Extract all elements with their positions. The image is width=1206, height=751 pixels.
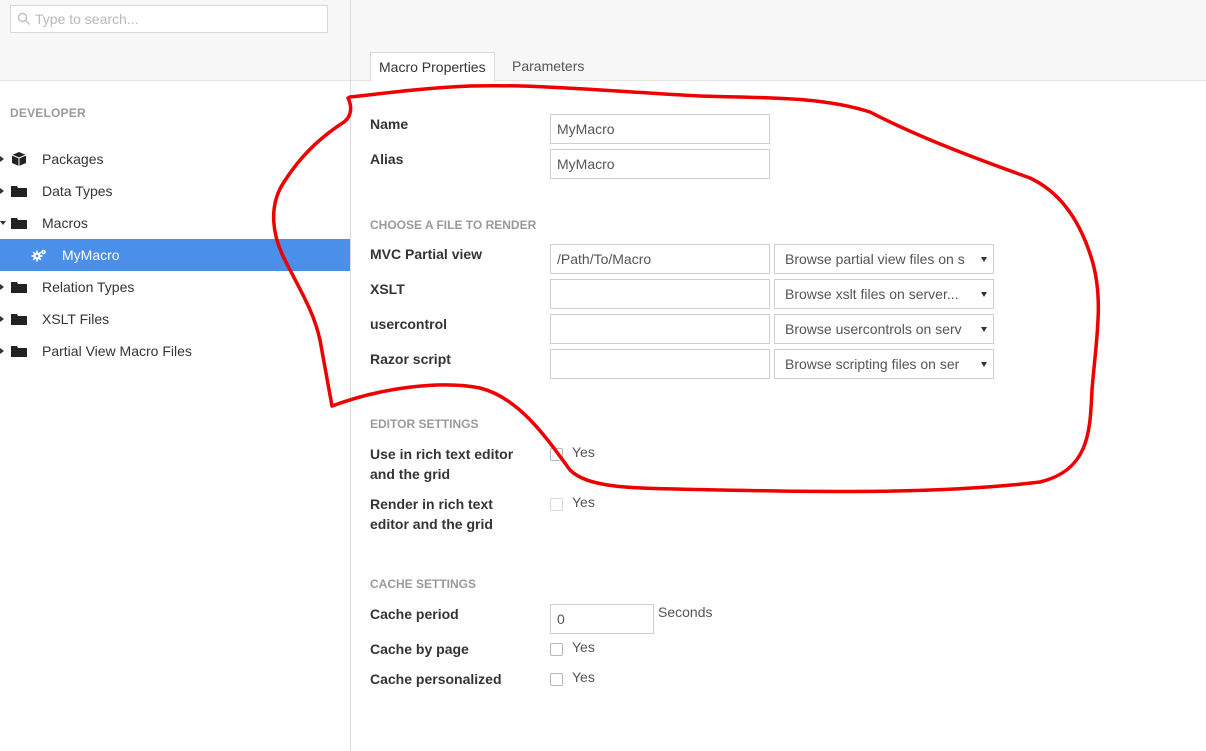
caret-down-icon xyxy=(981,292,987,297)
render-rte-yes: Yes xyxy=(572,494,595,510)
use-rte-label-line2: and the grid xyxy=(370,466,451,482)
search-icon xyxy=(17,12,31,26)
name-field[interactable] xyxy=(550,114,770,144)
tree-item-label: Packages xyxy=(42,151,104,167)
tab-macro-properties[interactable]: Macro Properties xyxy=(370,52,495,82)
usercontrol-browse-select[interactable]: Browse usercontrols on serv xyxy=(774,314,994,344)
file-section-title: CHOOSE A FILE TO RENDER xyxy=(370,218,537,232)
tab-parameters[interactable]: Parameters xyxy=(504,52,592,81)
tree-item-mymacro[interactable]: MyMacro xyxy=(0,239,350,271)
use-rte-label-line1: Use in rich text editor xyxy=(370,446,514,462)
xslt-field[interactable] xyxy=(550,279,770,309)
folder-icon xyxy=(11,186,27,197)
usercontrol-field[interactable] xyxy=(550,314,770,344)
name-label: Name xyxy=(370,116,409,132)
cache-period-field[interactable]: 0 xyxy=(550,604,654,634)
cache-section-title: CACHE SETTINGS xyxy=(370,577,477,591)
alias-field[interactable] xyxy=(550,149,770,179)
razor-script-field[interactable] xyxy=(550,349,770,379)
search-bar xyxy=(0,0,350,81)
render-rte-label-line1: Render in rich text xyxy=(370,496,493,512)
cache-personalized-label: Cache personalized xyxy=(370,671,502,687)
caret-down-icon xyxy=(981,362,987,367)
collapse-arrow-icon[interactable] xyxy=(0,221,6,225)
macro-properties-panel: Name Alias CHOOSE A FILE TO RENDER MVC P… xyxy=(351,81,1206,751)
tree-item-xslt-files[interactable]: XSLT Files xyxy=(0,303,350,335)
tree-item-label: Macros xyxy=(42,215,88,231)
caret-down-icon xyxy=(981,327,987,332)
tree-item-packages[interactable]: Packages xyxy=(0,143,350,175)
cache-by-page-yes: Yes xyxy=(572,639,595,655)
mvc-partial-view-field[interactable] xyxy=(550,244,770,274)
cache-personalized-yes: Yes xyxy=(572,669,595,685)
seconds-label: Seconds xyxy=(658,604,713,620)
folder-icon xyxy=(11,346,27,357)
expand-arrow-icon[interactable] xyxy=(0,188,4,194)
folder-icon xyxy=(11,282,27,293)
alias-label: Alias xyxy=(370,151,404,167)
tree-item-label: Data Types xyxy=(42,183,113,199)
tree: Packages Data Types Macros MyMacro Relat… xyxy=(0,143,350,367)
tree-item-data-types[interactable]: Data Types xyxy=(0,175,350,207)
tree-item-label: Partial View Macro Files xyxy=(42,343,192,359)
render-rte-label-line2: editor and the grid xyxy=(370,516,493,532)
select-value: Browse scripting files on ser xyxy=(785,356,960,372)
usercontrol-label: usercontrol xyxy=(370,316,448,332)
tree-item-macros[interactable]: Macros xyxy=(0,207,350,239)
cache-period-label: Cache period xyxy=(370,606,459,622)
expand-arrow-icon[interactable] xyxy=(0,316,4,322)
package-icon xyxy=(11,152,27,166)
editor-section-title: EDITOR SETTINGS xyxy=(370,417,479,431)
use-rte-checkbox[interactable] xyxy=(550,448,563,461)
expand-arrow-icon[interactable] xyxy=(0,156,4,162)
cache-personalized-checkbox[interactable] xyxy=(550,673,563,686)
select-value: Browse xslt files on server... xyxy=(785,286,959,302)
tree-item-label: XSLT Files xyxy=(42,311,110,327)
expand-arrow-icon[interactable] xyxy=(0,284,4,290)
folder-icon xyxy=(11,218,27,229)
sidebar: DEVELOPER Packages Data Types Macros xyxy=(0,0,351,751)
select-value: Browse partial view files on s xyxy=(785,251,965,267)
cache-by-page-checkbox[interactable] xyxy=(550,643,563,656)
select-value: Browse usercontrols on serv xyxy=(785,321,962,337)
mvc-partial-view-label: MVC Partial view xyxy=(370,246,483,262)
tree-item-label: Relation Types xyxy=(42,279,135,295)
editor-header: Macro Properties Parameters xyxy=(351,0,1206,82)
xslt-browse-select[interactable]: Browse xslt files on server... xyxy=(774,279,994,309)
search-input[interactable] xyxy=(35,6,325,32)
tree-item-label: MyMacro xyxy=(62,247,120,263)
razor-browse-select[interactable]: Browse scripting files on ser xyxy=(774,349,994,379)
caret-down-icon xyxy=(981,257,987,262)
partial-view-browse-select[interactable]: Browse partial view files on s xyxy=(774,244,994,274)
use-rte-yes: Yes xyxy=(572,444,595,460)
folder-icon xyxy=(11,314,27,325)
xslt-label: XSLT xyxy=(370,281,405,297)
search-box[interactable] xyxy=(10,5,328,33)
tree-item-partial-view-macro-files[interactable]: Partial View Macro Files xyxy=(0,335,350,367)
tree-item-relation-types[interactable]: Relation Types xyxy=(0,271,350,303)
render-rte-checkbox[interactable] xyxy=(550,498,563,511)
cache-by-page-label: Cache by page xyxy=(370,641,469,657)
section-title: DEVELOPER xyxy=(10,106,86,120)
razor-script-label: Razor script xyxy=(370,351,451,367)
expand-arrow-icon[interactable] xyxy=(0,348,4,354)
gears-icon xyxy=(31,249,46,262)
